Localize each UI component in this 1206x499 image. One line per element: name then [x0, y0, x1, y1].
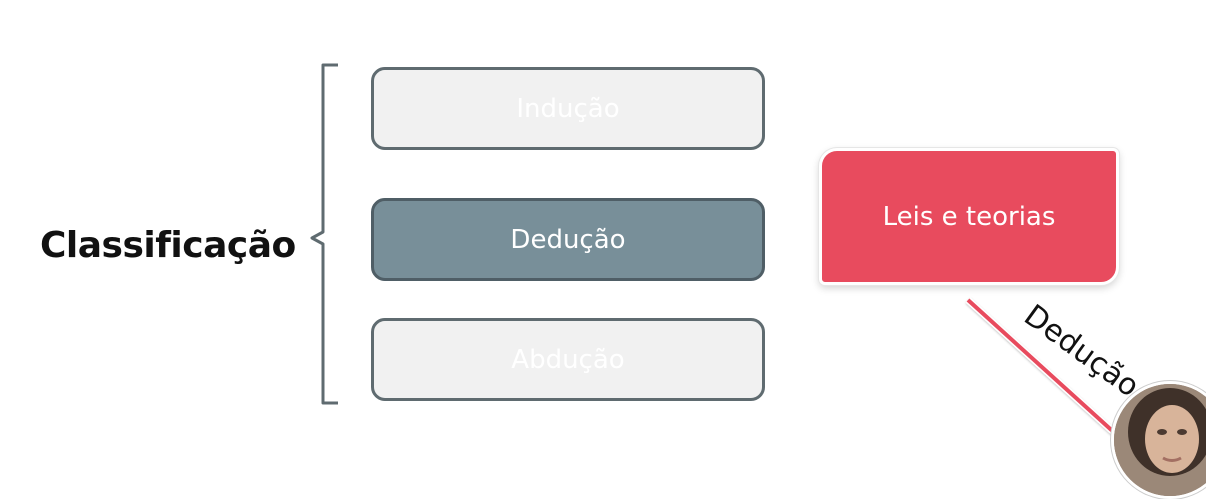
presenter-avatar-icon	[1114, 384, 1206, 496]
deduction-arrow	[965, 297, 1128, 445]
